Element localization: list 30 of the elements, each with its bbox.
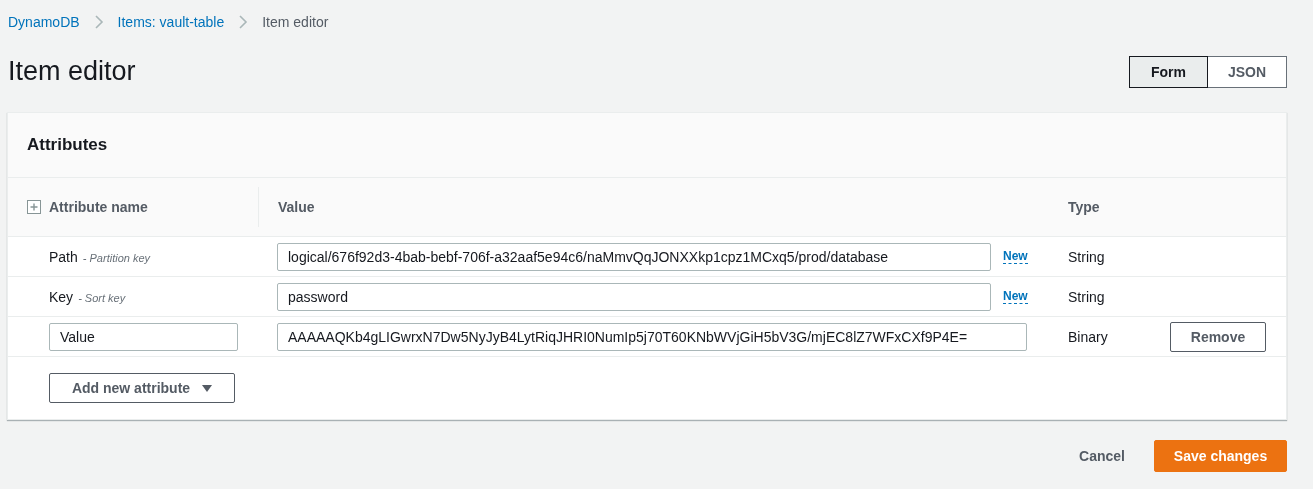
attribute-name-field[interactable]: Value [49, 322, 238, 351]
attribute-name: Key [49, 288, 74, 305]
attribute-value-field[interactable]: password [277, 282, 991, 311]
column-header: Value [278, 199, 315, 215]
attribute-type: String [1068, 248, 1105, 265]
panel-title: Attributes [27, 135, 108, 155]
chevron-right-icon [238, 15, 249, 29]
column-header: Type [1068, 199, 1100, 215]
attribute-value-field[interactable]: logical/676f92d3-4bab-bebf-706f-a32aaf5e94c6/naMmvQqJONXXkp1cpz1MCxq5/prod/database [277, 242, 991, 271]
attribute-type: String [1068, 288, 1105, 305]
new-value-link[interactable]: New [1003, 289, 1028, 304]
breadcrumb-link[interactable]: Items: vault-table [117, 14, 225, 30]
view-toggle-tab[interactable]: JSON [1208, 55, 1287, 88]
column-header: Attribute name [49, 199, 148, 215]
chevron-right-icon [93, 15, 104, 29]
page-title: Item editor [8, 56, 136, 87]
attribute-name: Path [49, 248, 78, 265]
attribute-type: Binary [1068, 328, 1108, 345]
cancel-button[interactable]: Cancel [1062, 440, 1142, 472]
add-attribute-button[interactable]: Add new attribute [49, 373, 235, 403]
caret-down-icon [202, 384, 213, 392]
breadcrumb-link[interactable]: DynamoDB [8, 14, 80, 30]
expand-all-icon[interactable] [27, 200, 41, 214]
remove-button[interactable]: Remove [1170, 321, 1266, 352]
new-value-link[interactable]: New [1003, 249, 1028, 264]
key-type-label: - Partition key [82, 251, 151, 264]
key-type-label: - Sort key [78, 291, 126, 304]
view-toggle-tab[interactable]: Form [1129, 55, 1208, 88]
attribute-value-field[interactable]: AAAAAQKb4gLIGwrxN7Dw5NyJyB4LytRiqJHRI0NumIp5j70T60KNbWVjGiH5bV3G/mjEC8lZ7WFxCXf9P4E= [277, 322, 1027, 351]
breadcrumb-current: Item editor [262, 14, 329, 30]
